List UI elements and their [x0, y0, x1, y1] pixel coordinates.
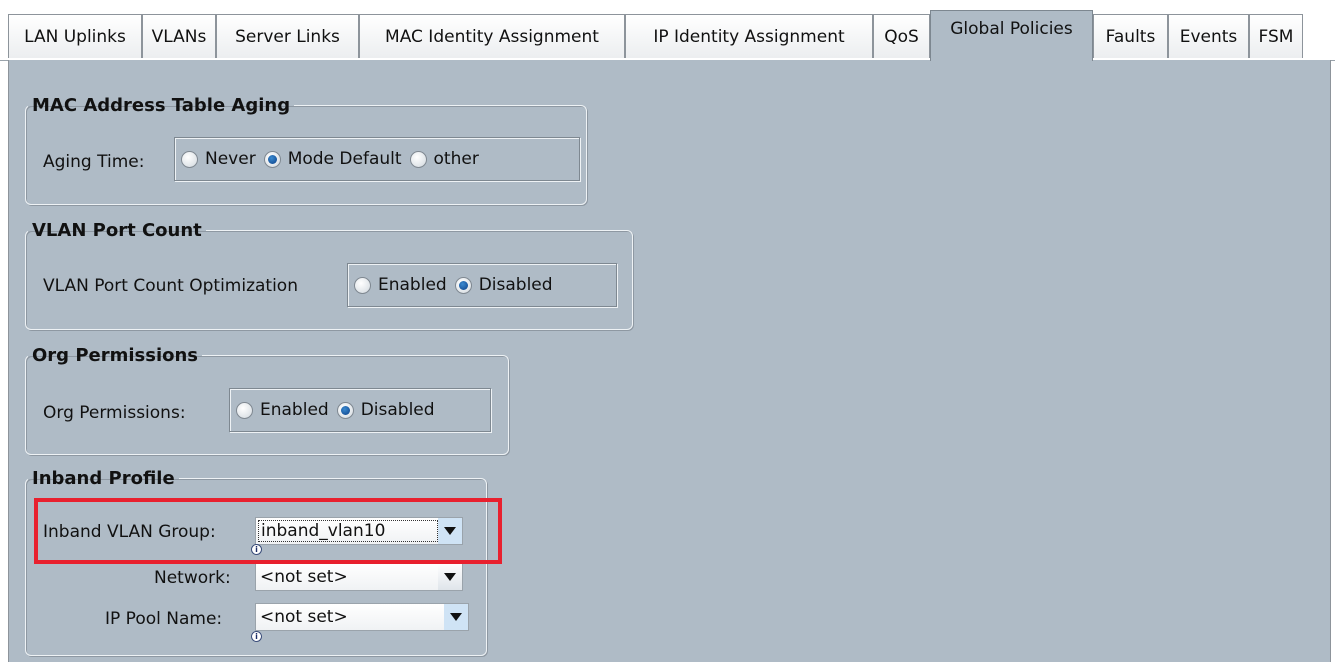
tab-mac-identity-assignment[interactable]: MAC Identity Assignment [359, 14, 625, 58]
tab-global-policies[interactable]: Global Policies [930, 10, 1093, 61]
radio-unchecked-icon [181, 150, 198, 168]
radio-label: Disabled [360, 400, 435, 420]
tab-fsm[interactable]: FSM [1249, 14, 1303, 58]
radio-label: Never [205, 149, 256, 169]
ip-pool-name-label: IP Pool Name: [105, 609, 223, 629]
global-policies-panel: MAC Address Table Aging Aging Time: Neve… [8, 60, 1331, 662]
tab-events[interactable]: Events [1168, 14, 1249, 58]
org-permissions-radio-group: Enabled Disabled [229, 388, 491, 432]
group-title: Org Permissions [32, 345, 199, 366]
tab-lan-uplinks[interactable]: LAN Uplinks [8, 14, 142, 58]
tab-vlans[interactable]: VLANs [142, 14, 216, 58]
radio-checked-icon [454, 276, 472, 294]
aging-time-radio-group: Never Mode Default other [174, 137, 580, 181]
tab-ip-identity-assignment[interactable]: IP Identity Assignment [625, 14, 873, 58]
vlan-port-count-radio-group: Enabled Disabled [347, 263, 617, 307]
group-title: VLAN Port Count [32, 220, 202, 241]
network-select[interactable]: <not set> [255, 563, 463, 591]
radio-label: Disabled [478, 275, 553, 295]
group-title: Inband Profile [32, 468, 175, 489]
radio-label: Enabled [260, 400, 329, 420]
radio-unchecked-icon [409, 150, 427, 168]
chevron-down-icon[interactable] [444, 604, 468, 630]
org-permissions-label: Org Permissions: [43, 403, 186, 423]
org-permissions-enabled-radio[interactable]: Enabled [236, 400, 329, 420]
vlan-port-count-disabled-radio[interactable]: Disabled [454, 275, 553, 295]
tab-faults[interactable]: Faults [1093, 14, 1168, 58]
annotation-highlight-box [34, 498, 502, 564]
radio-label: other [433, 149, 479, 169]
chevron-down-icon[interactable] [438, 564, 462, 590]
radio-label: Mode Default [287, 149, 402, 169]
tab-server-links[interactable]: Server Links [216, 14, 359, 58]
vlan-port-count-enabled-radio[interactable]: Enabled [354, 275, 447, 295]
aging-other-radio[interactable]: other [409, 149, 479, 169]
info-icon[interactable]: i [251, 631, 262, 642]
radio-unchecked-icon [236, 401, 253, 419]
tab-qos[interactable]: QoS [873, 14, 930, 58]
ip-pool-name-select[interactable]: <not set> [255, 603, 469, 631]
radio-unchecked-icon [354, 276, 371, 294]
radio-checked-icon [263, 150, 281, 168]
network-value: <not set> [260, 567, 348, 587]
network-label: Network: [154, 568, 231, 588]
radio-label: Enabled [378, 275, 447, 295]
group-title: MAC Address Table Aging [32, 95, 291, 116]
vlan-port-count-optimization-label: VLAN Port Count Optimization [43, 276, 298, 296]
org-permissions-disabled-radio[interactable]: Disabled [336, 400, 435, 420]
radio-checked-icon [336, 401, 354, 419]
aging-mode-default-radio[interactable]: Mode Default [263, 149, 402, 169]
aging-never-radio[interactable]: Never [181, 149, 256, 169]
aging-time-label: Aging Time: [43, 152, 145, 172]
tab-bar: LAN Uplinks VLANs Server Links MAC Ident… [0, 0, 1335, 61]
ip-pool-name-value: <not set> [260, 607, 348, 627]
